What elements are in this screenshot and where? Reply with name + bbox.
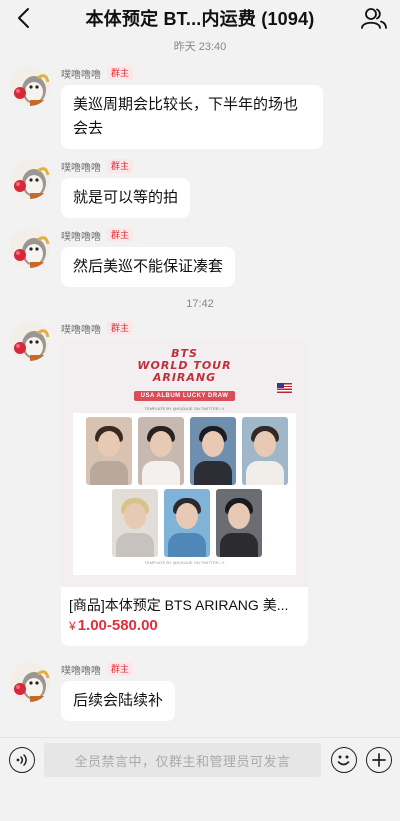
price-symbol: ¥ bbox=[69, 619, 76, 633]
poster-title: ARIRANG bbox=[152, 371, 217, 384]
photo-card bbox=[216, 489, 262, 557]
back-button[interactable] bbox=[10, 4, 38, 32]
message-input[interactable]: 全员禁言中，仅群主和管理员可发言 bbox=[44, 743, 321, 777]
product-title[interactable]: [商品]本体预定 BTS ARIRANG 美... bbox=[61, 587, 308, 615]
role-badge: 群主 bbox=[107, 159, 134, 173]
photo-card bbox=[164, 489, 210, 557]
sender-name: 噗噜噜噜 bbox=[61, 69, 101, 81]
photo-card bbox=[242, 417, 288, 485]
avatar[interactable] bbox=[10, 662, 50, 702]
message-bubble[interactable]: 就是可以等的拍 bbox=[61, 178, 191, 218]
poster-credit: TEMPLATE BY @KUDAJE ON TWITTER / X bbox=[144, 406, 225, 411]
voice-button[interactable] bbox=[9, 747, 35, 773]
message-bubble[interactable]: 美巡周期会比较长，下半年的场也会去 bbox=[61, 85, 323, 149]
photo-card bbox=[86, 417, 132, 485]
photo-card bbox=[190, 417, 236, 485]
sender-name: 噗噜噜噜 bbox=[61, 162, 101, 174]
usa-flag-icon bbox=[277, 383, 292, 393]
photo-card bbox=[138, 417, 184, 485]
avatar[interactable] bbox=[10, 159, 50, 199]
sender-name: 噗噜噜噜 bbox=[61, 231, 101, 243]
product-image[interactable]: BTS WORLD TOUR ARIRANG USA ALBUM LUCKY D… bbox=[61, 340, 308, 587]
input-bar: 全员禁言中，仅群主和管理员可发言 bbox=[0, 737, 400, 785]
time-divider: 昨天 23:40 bbox=[173, 41, 227, 53]
role-badge: 群主 bbox=[107, 321, 134, 335]
plus-icon bbox=[372, 753, 386, 767]
chat-header: 本体预定 BT...内运费 (1094) bbox=[0, 0, 400, 36]
group-members-icon bbox=[361, 8, 387, 29]
emoji-icon bbox=[337, 755, 350, 766]
group-members-button[interactable] bbox=[360, 4, 388, 32]
chat-message-list[interactable]: 昨天 23:40 噗噜噜噜 群主 美巡周期会比较长，下半年的场也会去 噗噜噜噜 … bbox=[0, 36, 400, 740]
poster-subtitle: USA ALBUM LUCKY DRAW bbox=[133, 391, 236, 401]
chevron-left-icon bbox=[18, 8, 29, 28]
time-divider: 17:42 bbox=[186, 298, 214, 310]
avatar[interactable] bbox=[10, 228, 50, 268]
emoji-button[interactable] bbox=[331, 747, 357, 773]
role-badge: 群主 bbox=[107, 662, 134, 676]
sender-name: 噗噜噜噜 bbox=[61, 665, 101, 677]
voice-icon bbox=[16, 754, 27, 766]
chat-message: 噗噜噜噜 群主 就是可以等的拍 bbox=[0, 159, 400, 218]
message-bubble[interactable]: 然后美巡不能保证凑套 bbox=[61, 247, 236, 287]
bottom-safe-area bbox=[0, 785, 400, 821]
chat-message: 噗噜噜噜 群主 BTS WORLD TOUR ARIRANG USA ALBUM… bbox=[0, 321, 400, 646]
sender-name: 噗噜噜噜 bbox=[61, 324, 101, 336]
role-badge: 群主 bbox=[107, 228, 134, 242]
message-bubble[interactable]: 后续会陆续补 bbox=[61, 681, 176, 721]
poster-header: BTS WORLD TOUR ARIRANG USA ALBUM LUCKY D… bbox=[61, 348, 308, 411]
poster-footer: TEMPLATE BY @KUDAJE ON TWITTER / X bbox=[144, 560, 225, 565]
chat-message: 噗噜噜噜 群主 美巡周期会比较长，下半年的场也会去 bbox=[0, 66, 400, 149]
photo-card-grid bbox=[73, 413, 296, 575]
product-price: ¥1.00-580.00 bbox=[61, 615, 308, 646]
chat-message: 噗噜噜噜 群主 然后美巡不能保证凑套 bbox=[0, 228, 400, 287]
price-value: 1.00-580.00 bbox=[77, 617, 158, 634]
product-card[interactable]: BTS WORLD TOUR ARIRANG USA ALBUM LUCKY D… bbox=[61, 340, 308, 646]
more-button[interactable] bbox=[366, 747, 392, 773]
chat-message: 噗噜噜噜 群主 后续会陆续补 bbox=[0, 662, 400, 721]
role-badge: 群主 bbox=[107, 66, 134, 80]
avatar[interactable] bbox=[10, 66, 50, 106]
photo-card bbox=[112, 489, 158, 557]
avatar[interactable] bbox=[10, 321, 50, 361]
chat-title: 本体预定 BT...内运费 (1094) bbox=[85, 9, 315, 29]
